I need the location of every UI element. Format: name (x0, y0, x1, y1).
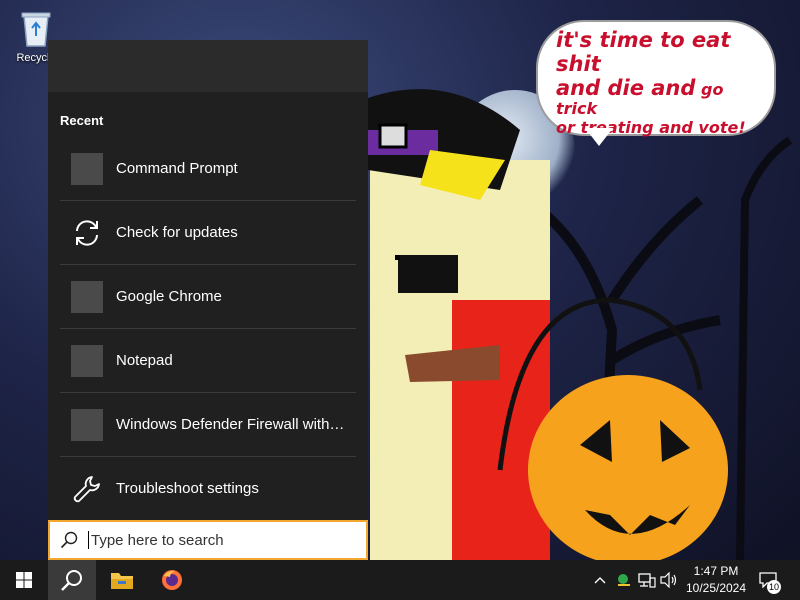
app-placeholder-icon (71, 408, 103, 441)
speech-line-2a: and die and (556, 76, 696, 101)
clock-date: 10/25/2024 (685, 581, 747, 595)
search-panel: Recent Command Prompt Check for updates … (48, 40, 368, 560)
recent-heading: Recent (60, 113, 104, 128)
taskbar-search-button[interactable] (48, 560, 96, 600)
recent-item-command-prompt[interactable]: Command Prompt (60, 137, 356, 201)
notification-count-badge: 10 (767, 580, 781, 594)
recent-item-label: Windows Defender Firewall with ... (116, 416, 346, 433)
search-panel-header (48, 40, 368, 92)
recent-item-windows-defender-firewall[interactable]: Windows Defender Firewall with ... (60, 393, 356, 457)
search-input[interactable] (91, 531, 351, 549)
search-icon (61, 570, 82, 591)
recent-item-label: Command Prompt (116, 160, 238, 177)
start-button[interactable] (0, 560, 48, 600)
chevron-up-icon[interactable] (590, 570, 610, 590)
windows-logo-icon (16, 572, 32, 588)
recent-item-label: Check for updates (116, 224, 238, 241)
clock-time: 1:47 PM (693, 564, 739, 578)
refresh-icon (71, 217, 103, 249)
search-box[interactable] (48, 520, 368, 560)
recent-item-notepad[interactable]: Notepad (60, 329, 356, 393)
network-icon[interactable] (637, 570, 657, 590)
text-caret (88, 531, 89, 549)
taskbar-clock[interactable]: 1:47 PM 10/25/2024 (680, 563, 752, 597)
recent-item-google-chrome[interactable]: Google Chrome (60, 265, 356, 329)
recent-item-label: Google Chrome (116, 288, 222, 305)
recent-item-label: Troubleshoot settings (116, 480, 259, 497)
wrench-icon (71, 473, 103, 505)
speech-bubble-tail (585, 128, 613, 146)
recent-item-troubleshoot-settings[interactable]: Troubleshoot settings (60, 457, 356, 520)
recent-item-check-for-updates[interactable]: Check for updates (60, 201, 356, 265)
volume-icon[interactable] (659, 570, 679, 590)
app-placeholder-icon (71, 280, 103, 313)
app-placeholder-icon (71, 152, 103, 185)
speech-line-1: it's time to eat shit (556, 28, 731, 77)
taskbar: 1:47 PM 10/25/2024 10 (0, 560, 800, 600)
recent-item-label: Notepad (116, 352, 173, 369)
recent-list: Command Prompt Check for updates Google … (60, 137, 356, 520)
app-placeholder-icon (71, 344, 103, 377)
folder-icon (111, 573, 133, 589)
speech-bubble: it's time to eat shit and die and go tri… (536, 20, 776, 137)
network-security-icon[interactable] (614, 570, 634, 590)
firefox-icon (162, 570, 182, 590)
file-explorer-button[interactable] (98, 560, 146, 600)
search-icon (60, 531, 78, 549)
firefox-button[interactable] (148, 560, 196, 600)
